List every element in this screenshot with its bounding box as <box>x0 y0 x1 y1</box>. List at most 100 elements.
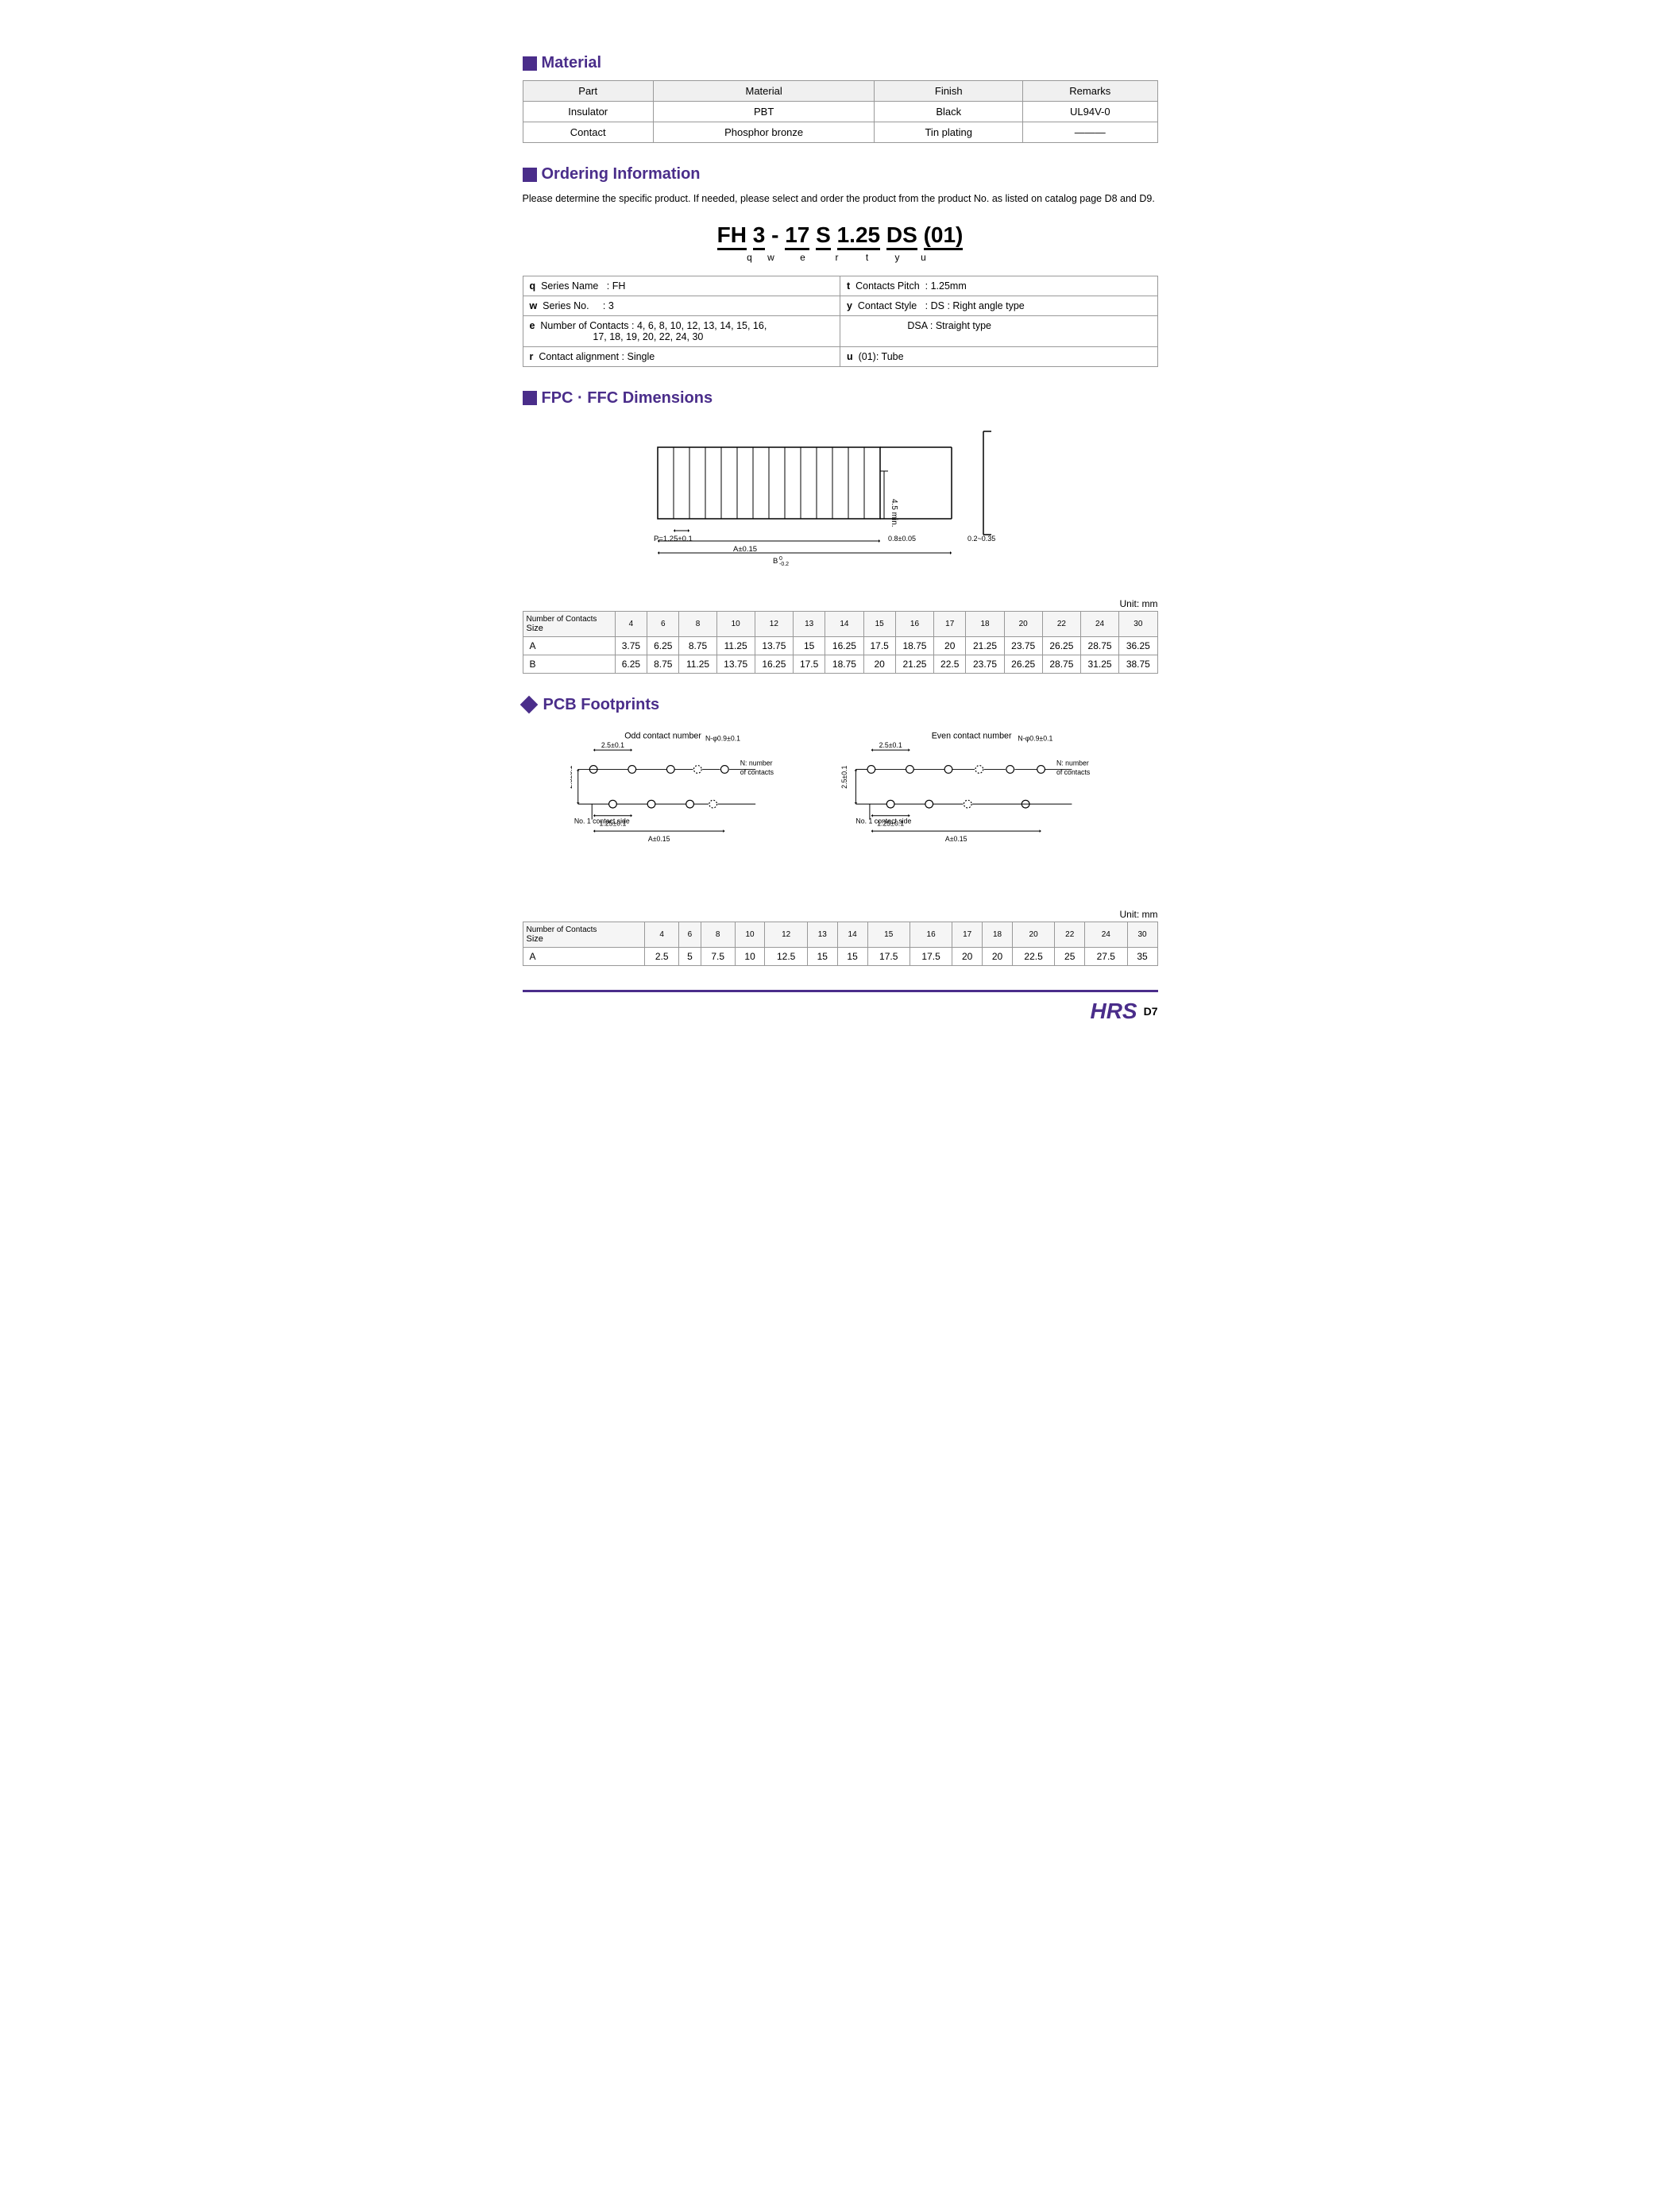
svg-text:-0.2: -0.2 <box>779 562 789 567</box>
svg-text:2.5±0.1: 2.5±0.1 <box>879 741 902 749</box>
pn-label-r: r <box>828 252 846 263</box>
pn-seg-s: S <box>816 222 831 250</box>
pn-label-table: q w e r t y u <box>740 250 941 265</box>
pn-seg-01: (01) <box>924 222 964 250</box>
material-row: ContactPhosphor bronzeTin plating——— <box>523 122 1157 143</box>
svg-text:Even contact number: Even contact number <box>931 731 1011 740</box>
pn-space4 <box>880 222 886 248</box>
col-remarks: Remarks <box>1023 81 1157 102</box>
svg-text:N-φ0.9±0.1: N-φ0.9±0.1 <box>705 734 740 742</box>
pcb-title: PCB Footprints <box>543 696 660 714</box>
fpc-unit: Unit: mm <box>523 598 1158 609</box>
ordering-right-1: t Contacts Pitch : 1.25mm <box>840 276 1158 296</box>
pcb-data-table: Number of Contacts Size 4 6 8 10 12 13 1… <box>523 922 1158 966</box>
svg-text:2.5±0.1: 2.5±0.1 <box>601 741 624 749</box>
fpc-data-row: A3.756.258.7511.2513.751516.2517.518.752… <box>523 636 1157 655</box>
pcb-data-row: A2.557.51012.5151517.517.5202022.52527.5… <box>523 948 1157 966</box>
odd-label: Odd contact number <box>624 731 701 740</box>
fpc-col-22: 22 <box>1042 611 1080 636</box>
svg-text:0.2~0.35: 0.2~0.35 <box>967 535 995 543</box>
pn-label-u: u <box>908 252 940 263</box>
part-number-display: FH 3 - 17 S 1.25 DS (01) q w e r t y u <box>523 222 1158 265</box>
fpc-size-header: Number of Contacts Size <box>523 611 615 636</box>
pn-seg-3: 3 <box>753 222 766 250</box>
pn-label-y: y <box>889 252 906 263</box>
material-title: Material <box>542 54 602 72</box>
pcb-header: PCB Footprints <box>523 696 1158 714</box>
ordering-left-4: r Contact alignment : Single <box>523 346 840 366</box>
ordering-description: Please determine the specific product. I… <box>523 191 1158 207</box>
footer-logo: HRS <box>1090 999 1137 1024</box>
svg-text:A±0.15: A±0.15 <box>647 835 670 843</box>
pcb-size-header: Number of Contacts Size <box>523 922 645 948</box>
fpc-col-6: 6 <box>647 611 679 636</box>
ordering-right-2: y Contact Style : DS : Right angle type <box>840 296 1158 315</box>
fpc-col-4: 4 <box>615 611 647 636</box>
fpc-diagram-svg: 4.5 min. P=1.25±0.1 A±0.15 B 0 <box>610 423 1071 582</box>
material-table: Part Material Finish Remarks InsulatorPB… <box>523 80 1158 143</box>
material-header: Material <box>523 54 1158 72</box>
svg-text:0: 0 <box>779 556 782 562</box>
svg-text:0.8±0.05: 0.8±0.05 <box>888 535 916 543</box>
svg-text:4.5 min.: 4.5 min. <box>890 499 898 527</box>
pn-seg-125: 1.25 <box>837 222 881 250</box>
fpc-data-table: Number of Contacts Size 4 6 8 10 12 13 1… <box>523 611 1158 674</box>
material-section: Material Part Material Finish Remarks In… <box>523 54 1158 143</box>
footer: HRS D7 <box>523 990 1158 1024</box>
col-material: Material <box>653 81 874 102</box>
pn-dash: - <box>765 222 785 248</box>
svg-text:2.5±0.1: 2.5±0.1 <box>570 765 574 788</box>
material-row: InsulatorPBTBlackUL94V-0 <box>523 102 1157 122</box>
ordering-left-1: q Series Name : FH <box>523 276 840 296</box>
svg-text:of contacts: of contacts <box>1056 768 1090 776</box>
col-finish: Finish <box>875 81 1023 102</box>
svg-text:B: B <box>773 557 778 566</box>
fpc-col-15: 15 <box>863 611 895 636</box>
svg-text:P=1.25±0.1: P=1.25±0.1 <box>654 535 693 543</box>
ordering-row-3: e Number of Contacts : 4, 6, 8, 10, 12, … <box>523 315 1157 346</box>
pcb-unit: Unit: mm <box>523 909 1158 920</box>
fpc-data-row: B6.258.7511.2513.7516.2517.518.752021.25… <box>523 655 1157 673</box>
ordering-row-1: q Series Name : FH t Contacts Pitch : 1.… <box>523 276 1157 296</box>
pn-label-t: t <box>848 252 887 263</box>
svg-text:2.5±0.1: 2.5±0.1 <box>840 765 848 788</box>
pcb-section: PCB Footprints Odd contact number 2.5±0.… <box>523 696 1158 967</box>
square-icon-2 <box>523 168 537 182</box>
col-part: Part <box>523 81 653 102</box>
pn-space5 <box>917 222 924 248</box>
svg-text:of contacts: of contacts <box>740 768 774 776</box>
footer-page: D7 <box>1144 1005 1158 1018</box>
pn-space3 <box>831 222 837 248</box>
ordering-section: Ordering Information Please determine th… <box>523 165 1158 367</box>
square-icon-3 <box>523 391 537 405</box>
fpc-col-10: 10 <box>716 611 755 636</box>
pn-space2 <box>809 222 816 248</box>
ordering-right-3: DSA : Straight type <box>840 315 1158 346</box>
fpc-title: FPC · FFC Dimensions <box>542 389 713 408</box>
ordering-row-2: w Series No. : 3 y Contact Style : DS : … <box>523 296 1157 315</box>
ordering-left-2: w Series No. : 3 <box>523 296 840 315</box>
ordering-left-3: e Number of Contacts : 4, 6, 8, 10, 12, … <box>523 315 840 346</box>
pn-label-q: q <box>741 252 759 263</box>
ordering-row-4: r Contact alignment : Single u (01): Tub… <box>523 346 1157 366</box>
fpc-col-17: 17 <box>934 611 966 636</box>
fpc-col-24: 24 <box>1080 611 1118 636</box>
svg-text:No. 1 contact side: No. 1 contact side <box>574 817 629 825</box>
fpc-col-14: 14 <box>825 611 863 636</box>
pn-seg-fh: FH <box>717 222 747 250</box>
fpc-section: FPC · FFC Dimensions 4.5 min. <box>523 389 1158 674</box>
part-number-main: FH 3 - 17 S 1.25 DS (01) <box>523 222 1158 250</box>
svg-text:N: number: N: number <box>740 759 772 767</box>
pn-space1 <box>747 222 753 248</box>
pn-label-e: e <box>779 252 827 263</box>
fpc-col-20: 20 <box>1004 611 1042 636</box>
fpc-header: FPC · FFC Dimensions <box>523 389 1158 408</box>
square-icon <box>523 56 537 71</box>
diamond-icon <box>519 696 538 714</box>
fpc-col-12: 12 <box>755 611 793 636</box>
ordering-right-4: u (01): Tube <box>840 346 1158 366</box>
fpc-diagram: 4.5 min. P=1.25±0.1 A±0.15 B 0 <box>523 423 1158 582</box>
fpc-col-13: 13 <box>793 611 825 636</box>
pn-seg-17: 17 <box>785 222 809 250</box>
fpc-col-18: 18 <box>966 611 1004 636</box>
